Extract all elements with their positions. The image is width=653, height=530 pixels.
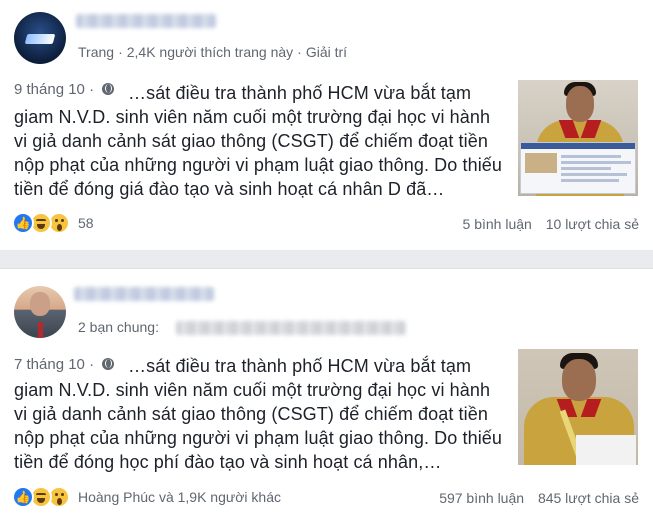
shares-link[interactable]: 10 lượt chia sẻ xyxy=(546,216,639,232)
reaction-summary[interactable]: 👍 Hoàng Phúc và 1,9K người khác xyxy=(12,486,281,508)
comments-link[interactable]: 5 bình luận xyxy=(463,216,532,232)
comments-link[interactable]: 597 bình luận xyxy=(439,490,524,506)
reaction-count: 58 xyxy=(78,215,94,231)
reaction-summary[interactable]: 👍 58 xyxy=(12,212,94,234)
post-stats: 5 bình luận 10 lượt chia sẻ xyxy=(463,216,639,232)
like-icon: 👍 xyxy=(12,486,34,508)
post-card: 2 bạn chung: 7 tháng 10 · …sát điều tra … xyxy=(0,268,653,530)
mutual-friends-names-blurred[interactable] xyxy=(176,321,406,335)
post-body[interactable]: …sát điều tra thành phố HCM vừa bắt tạm … xyxy=(14,354,504,474)
page-avatar[interactable] xyxy=(14,12,66,64)
page-likes: 2,4K người thích trang này xyxy=(126,44,294,60)
post-stats: 597 bình luận 845 lượt chia sẻ xyxy=(439,490,639,506)
page-category[interactable]: Giải trí xyxy=(306,44,347,60)
like-icon: 👍 xyxy=(12,212,34,234)
post-body[interactable]: …sát điều tra thành phố HCM vừa bắt tạm … xyxy=(14,81,504,201)
user-avatar[interactable] xyxy=(14,286,66,338)
page-name-blurred[interactable] xyxy=(76,14,216,28)
page-kind: Trang xyxy=(78,44,115,60)
shares-link[interactable]: 845 lượt chia sẻ xyxy=(538,490,639,506)
post-card: Trang · 2,4K người thích trang này · Giải tr… xyxy=(0,0,653,250)
post-thumbnail[interactable] xyxy=(518,80,638,196)
post-thumbnail[interactable] xyxy=(518,349,638,465)
reaction-count: Hoàng Phúc và 1,9K người khác xyxy=(78,489,282,505)
mutual-friends: 2 bạn chung: xyxy=(78,319,159,335)
page-meta: Trang · 2,4K người thích trang này · Giải tr… xyxy=(78,44,348,60)
user-name-blurred[interactable] xyxy=(74,287,214,301)
